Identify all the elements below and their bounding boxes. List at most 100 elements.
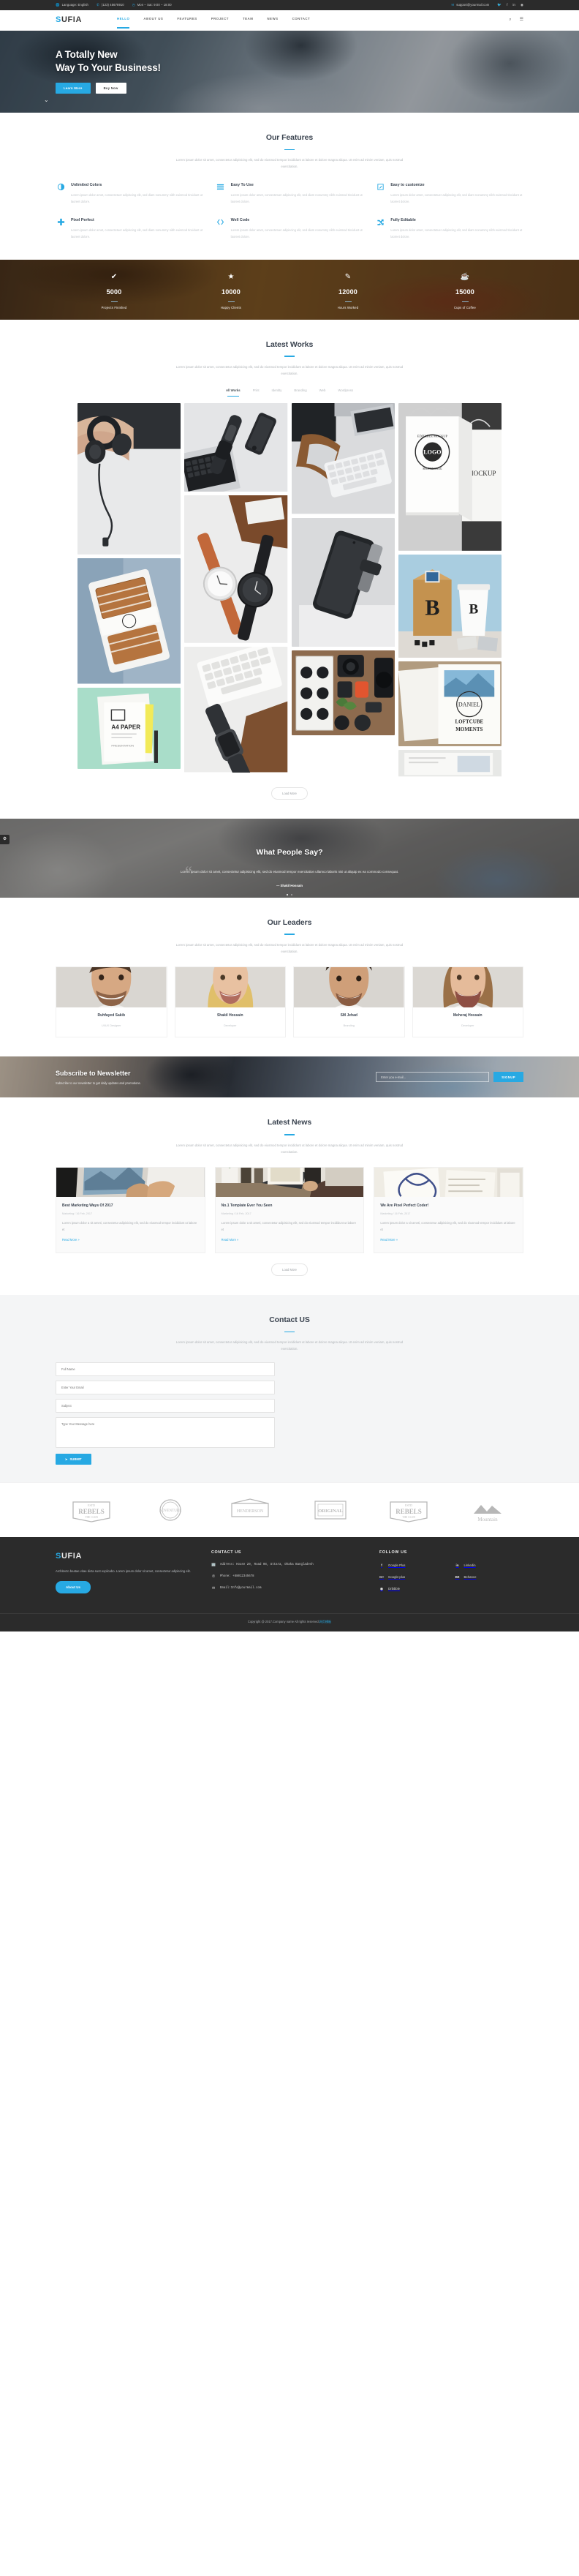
filter-identity[interactable]: Identity: [272, 388, 282, 395]
filter-all-works[interactable]: All Works: [226, 388, 241, 397]
social-link-google-plus[interactable]: f Google Plus: [379, 1563, 447, 1569]
blog-post-card[interactable]: No.1 Template Ever You Seen Marketing / …: [214, 1166, 365, 1253]
client-logo-rebels[interactable]: ESTD REBELS THE CLUB: [70, 1498, 113, 1522]
portfolio-item[interactable]: [398, 750, 502, 777]
nav-item-features[interactable]: FEATURES: [177, 16, 197, 23]
daniel-print-photo: DANIEL LOFTCUBE MOMENTS: [398, 661, 502, 747]
blog-post-excerpt: Lorem ipsum dolor a sit ameti, consectet…: [62, 1221, 197, 1231]
search-icon[interactable]: ⌕: [509, 16, 511, 23]
portfolio-item[interactable]: A4 PAPER PRESENTATION: [77, 687, 181, 769]
full-name-input[interactable]: [56, 1362, 275, 1377]
portfolio-item[interactable]: [291, 650, 395, 736]
client-logo-original[interactable]: ORIGINAL: [309, 1498, 352, 1522]
social-link-linkedin[interactable]: in Linkedin: [455, 1563, 523, 1569]
nav-item-news[interactable]: NEWS: [267, 16, 278, 23]
portfolio-item[interactable]: [184, 647, 288, 773]
rebels-badge-icon: ESTD REBELS THE CLUB: [390, 1501, 428, 1522]
footer-phone-row: ✆ Phone: +88012345678: [211, 1574, 368, 1580]
email-info[interactable]: ✉ support@yourmail.com: [451, 2, 489, 7]
feature-card: Pixel Perfect Lorem ipsum dolor amet, co…: [56, 217, 204, 240]
portfolio-item[interactable]: [291, 517, 395, 647]
submit-button[interactable]: ➤ SUBMIT: [56, 1454, 91, 1465]
email-input[interactable]: [56, 1381, 275, 1395]
portfolio-item[interactable]: [184, 403, 288, 492]
testimonial-quote-wrap: “ Lorem ipsum dolor sit amet, consectetu…: [169, 864, 410, 880]
phone-info[interactable]: ✆ (123) 45678910: [96, 2, 124, 7]
envelope-icon: ✉: [211, 1587, 215, 1591]
nav-item-project[interactable]: PROJECT: [211, 16, 229, 23]
carousel-dot-2[interactable]: [291, 893, 293, 895]
social-link-dribbble[interactable]: ◉ Dribbble: [379, 1586, 447, 1592]
team-member-card[interactable]: SM Jehad Branding: [293, 966, 405, 1038]
social-link-behance[interactable]: Bē Behance: [455, 1574, 523, 1580]
portfolio-item[interactable]: [77, 403, 181, 555]
svg-text:ADVENTURE: ADVENTURE: [159, 1509, 181, 1513]
counter-underline: [344, 301, 352, 303]
subject-input[interactable]: [56, 1399, 275, 1413]
about-us-button[interactable]: About Us: [56, 1581, 91, 1594]
newsletter-email-input[interactable]: [376, 1072, 490, 1083]
linkedin-icon[interactable]: in: [512, 3, 515, 7]
blog-load-more-button[interactable]: Load More: [270, 1263, 309, 1276]
carousel-dot-1[interactable]: [286, 893, 288, 895]
scroll-down-icon[interactable]: ⌄: [44, 95, 49, 105]
blog-read-more-link[interactable]: Read More »: [62, 1238, 80, 1243]
counter-value: 5000: [106, 288, 122, 296]
social-label: Dribbble: [388, 1587, 401, 1591]
newsletter-signup-button[interactable]: SIGNUP: [493, 1072, 523, 1083]
newsletter-section: Subscribe to Newsletter Subscribe to our…: [0, 1056, 579, 1098]
site-logo[interactable]: SUFIA: [56, 13, 82, 27]
footer-description: Architecto beatae vitae dicta sunt expli…: [56, 1569, 191, 1573]
team-member-card[interactable]: Meheraj Hossain Developer: [412, 966, 523, 1038]
social-link-google-plus-2[interactable]: G+ Google-plus: [379, 1574, 447, 1580]
client-logo-mountain[interactable]: Mountain: [466, 1498, 509, 1522]
nav-item-about-us[interactable]: ABOUT US: [143, 16, 163, 23]
blog-read-more-link[interactable]: Read More »: [380, 1238, 398, 1243]
language-label: Language: English: [61, 3, 88, 7]
hero-button-group: Learn More Buy Now: [56, 83, 523, 94]
dribbble-icon[interactable]: ◉: [521, 3, 523, 7]
portfolio-load-more-button[interactable]: Load More: [270, 786, 309, 800]
client-logo-henderson[interactable]: HENDERSON: [227, 1498, 273, 1522]
team-subtitle: Lorem ipsum dolor sit amet, consectetur …: [175, 942, 404, 953]
filter-web[interactable]: Web: [319, 388, 326, 395]
language-selector[interactable]: 🌐 Language: English: [56, 2, 88, 7]
desk-laptop-keyboard-photo: [291, 403, 395, 514]
nav-item-contact[interactable]: CONTACT: [292, 16, 311, 23]
portfolio-item[interactable]: [184, 495, 288, 644]
blog-post-card[interactable]: Best Marketing Ways Of 2017 Marketing / …: [56, 1166, 205, 1253]
svg-text:THE CLUB: THE CLUB: [403, 1516, 416, 1519]
portfolio-header: Latest Works Lorem ipsum dolor sit amet,…: [56, 339, 523, 377]
learn-more-button[interactable]: Learn More: [56, 83, 91, 94]
team-member-card[interactable]: Ruhfayed Sakib UI/UX Designer: [56, 966, 167, 1038]
hamburger-menu-icon[interactable]: ☰: [520, 16, 523, 23]
buy-now-button[interactable]: Buy Now: [95, 83, 126, 94]
team-grid: Ruhfayed Sakib UI/UX Designer Shakil Hos…: [56, 966, 523, 1038]
blog-post-card[interactable]: We Are Pixel Perfect Coder! Marketing / …: [374, 1166, 523, 1253]
client-logo-rebels-2[interactable]: ESTD REBELS THE CLUB: [387, 1498, 430, 1522]
portfolio-item[interactable]: [291, 403, 395, 514]
client-logo-adventure[interactable]: ADVENTURE: [149, 1498, 192, 1522]
portfolio-item[interactable]: MOCKUP LOGO EDITABLE MOCKUP SHOPPING BAG: [398, 403, 502, 551]
portfolio-item[interactable]: [77, 558, 181, 684]
portfolio-item[interactable]: B B: [398, 554, 502, 658]
avatar: [294, 966, 404, 1007]
nav-item-team[interactable]: TEAM: [243, 16, 253, 23]
filter-print[interactable]: Print: [253, 388, 260, 395]
counter-underline: [110, 301, 118, 303]
footer-logo[interactable]: SUFIA: [56, 1550, 200, 1563]
team-member-card[interactable]: Shakil Hossain Developer: [174, 966, 286, 1038]
blog-read-more-link[interactable]: Read More »: [222, 1238, 239, 1243]
settings-gear-icon[interactable]: ⚙: [0, 834, 10, 844]
svg-text:B: B: [469, 602, 478, 617]
portfolio-item[interactable]: DANIEL LOFTCUBE MOMENTS: [398, 661, 502, 747]
email-label: support@yourmail.com: [456, 3, 490, 7]
top-bar: 🌐 Language: English ✆ (123) 45678910 ◷ M…: [0, 0, 579, 10]
nav-item-hello[interactable]: HELLO: [117, 16, 130, 29]
copyright-accent[interactable]: 网页模板: [319, 1620, 331, 1623]
message-textarea[interactable]: [56, 1417, 275, 1449]
filter-branding[interactable]: Branding: [294, 388, 306, 395]
twitter-icon[interactable]: 🐦: [497, 3, 502, 7]
feature-card: Easy To Use Lorem ipsum dolor amet, cons…: [216, 182, 364, 205]
filter-wordpress[interactable]: Wordpress: [338, 388, 353, 395]
